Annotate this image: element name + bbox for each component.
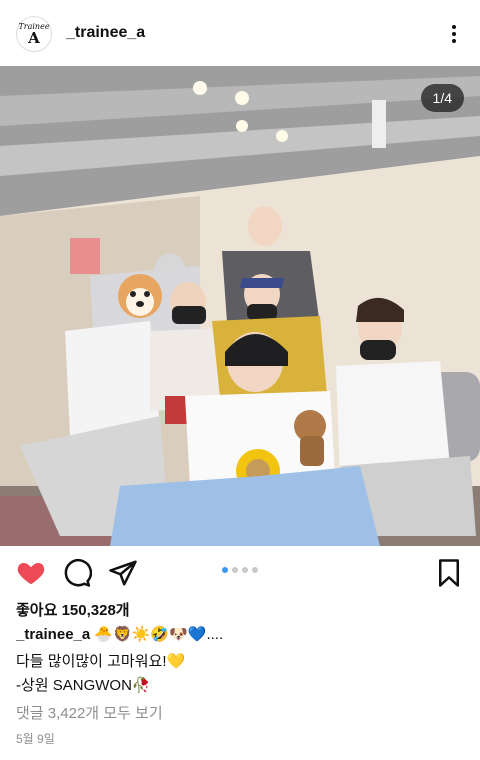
carousel-dot xyxy=(242,567,248,573)
group-photo-illustration xyxy=(0,66,480,546)
avatar[interactable]: Trainee A xyxy=(16,16,52,52)
caption-line-1: _trainee_a 🐣🦁☀️🤣🐶💙.... xyxy=(16,625,223,643)
caption-line-3: -상원 SANGWON🥀 xyxy=(16,677,151,694)
carousel-dot xyxy=(232,567,238,573)
post-date: 5월 9일 xyxy=(16,732,55,746)
carousel-dot-active xyxy=(222,567,228,573)
carousel-counter: 1/4 xyxy=(420,84,464,112)
carousel-dot xyxy=(252,567,258,573)
post-username[interactable]: _trainee_a xyxy=(66,24,145,42)
caption-line-2: 다들 많이많이 고마워요!💛 xyxy=(16,653,186,670)
heart-filled-icon[interactable] xyxy=(16,558,46,588)
carousel-dots xyxy=(222,567,258,573)
caption-username[interactable]: _trainee_a xyxy=(16,626,90,643)
comment-icon[interactable] xyxy=(62,558,92,588)
likes-count[interactable]: 좋아요 150,328개 xyxy=(16,599,130,620)
avatar-text-line2: A xyxy=(28,29,40,47)
caption-emojis: 🐣🦁☀️🤣🐶💙.... xyxy=(94,626,224,643)
view-all-comments-link[interactable]: 댓글 3,422개 모두 보기 xyxy=(16,702,163,723)
send-icon[interactable] xyxy=(108,558,138,588)
more-vertical-icon[interactable] xyxy=(440,20,468,48)
post-header: Trainee A _trainee_a xyxy=(0,0,480,66)
bookmark-icon[interactable] xyxy=(434,558,464,588)
post-photo[interactable]: 1/4 xyxy=(0,66,480,546)
